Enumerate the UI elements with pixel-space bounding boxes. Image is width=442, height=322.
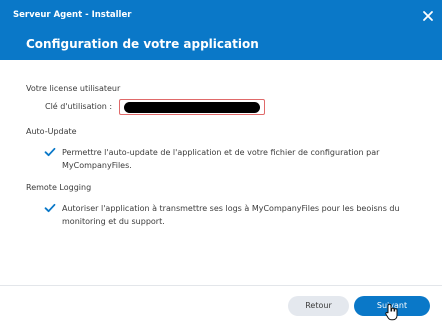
footer-divider	[0, 285, 442, 286]
remote-logging-checkbox[interactable]	[44, 202, 56, 214]
license-key-label: Clé d'utilisation :	[45, 102, 113, 111]
checkmark-icon	[44, 203, 56, 213]
close-icon[interactable]	[418, 6, 438, 26]
header-banner: Configuration de votre application	[0, 31, 442, 60]
license-key-input[interactable]	[119, 99, 265, 115]
title-bar: Serveur Agent - Installer	[0, 0, 442, 31]
auto-update-description: Permettre l'auto-update de l'application…	[62, 148, 380, 170]
license-section-label: Votre license utilisateur	[26, 84, 121, 93]
remote-logging-section-label: Remote Logging	[26, 183, 92, 192]
back-button[interactable]: Retour	[288, 296, 349, 316]
license-key-redaction	[124, 102, 260, 113]
remote-logging-description: Autoriser l'application à transmettre se…	[62, 204, 400, 226]
checkmark-icon	[44, 147, 56, 157]
auto-update-section-label: Auto-Update	[26, 127, 77, 136]
page-title: Configuration de votre application	[26, 37, 259, 51]
installer-window: Serveur Agent - Installer Configuration …	[0, 0, 442, 322]
next-button[interactable]: Suivant	[354, 296, 430, 316]
window-title: Serveur Agent - Installer	[13, 10, 132, 20]
auto-update-checkbox[interactable]	[44, 146, 56, 158]
